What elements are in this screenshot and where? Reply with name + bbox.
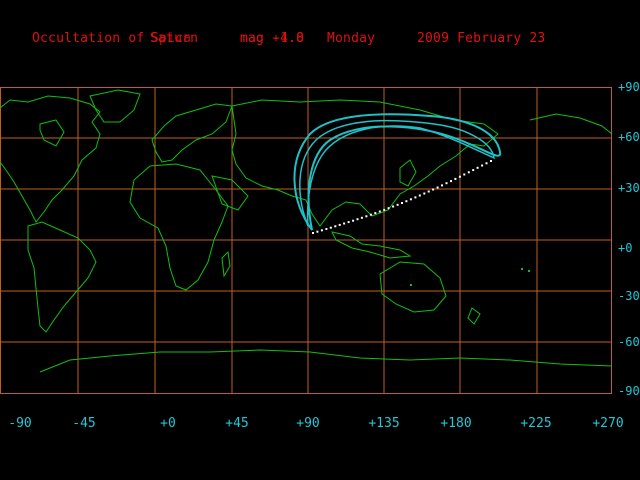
lat-label-30: +30 (618, 181, 640, 195)
path-dot (338, 223, 341, 226)
lon-label-90: +90 (296, 416, 320, 431)
path-dot (467, 171, 470, 174)
lon-label-45: +45 (225, 416, 249, 431)
path-dot (347, 221, 350, 224)
world-map (0, 87, 613, 394)
lon-label-0: +0 (160, 416, 176, 431)
path-dot (396, 203, 399, 206)
path-dot (418, 194, 421, 197)
coast-antarctica (39, 349, 613, 373)
path-dot (378, 210, 381, 213)
coast-hudson-bay (39, 119, 65, 147)
path-dot (392, 205, 395, 208)
path-dot (369, 213, 372, 216)
path-dot (401, 202, 403, 204)
path-dot (334, 225, 337, 228)
lat-label-60: +60 (618, 130, 640, 144)
coast-south-america (27, 221, 97, 333)
lat-label-m90: -90 (618, 384, 640, 398)
coast-madagascar (221, 250, 231, 278)
path-dot (320, 229, 323, 232)
coastlines (0, 89, 613, 373)
path-dot (316, 230, 319, 233)
path-dot (356, 218, 359, 221)
path-dot (329, 226, 332, 229)
lon-label-m90: -90 (8, 416, 32, 431)
map-grid (0, 87, 612, 394)
coast-africa (129, 163, 229, 291)
lon-label-270: +270 (592, 416, 624, 431)
path-dot (312, 232, 314, 234)
lat-label-m30: -30 (618, 289, 640, 303)
lat-label-90: +90 (618, 80, 640, 94)
path-dot (450, 180, 452, 183)
path-dot (432, 188, 435, 191)
path-dot (374, 212, 377, 215)
coast-north-america (0, 95, 101, 223)
coast-new-zealand (467, 307, 481, 325)
lon-label-135: +135 (368, 416, 400, 431)
lon-label-m45: -45 (72, 416, 96, 431)
path-dot (454, 177, 457, 180)
path-dot (365, 215, 368, 218)
lon-label-225: +225 (520, 416, 552, 431)
path-dot (387, 207, 390, 210)
coast-arabia (211, 175, 249, 211)
path-dot (476, 166, 479, 169)
path-dot (405, 200, 408, 203)
path-dot (445, 182, 448, 185)
coast-alaska (529, 113, 613, 135)
occultation-track-inner (299, 119, 495, 227)
path-dot (490, 160, 492, 162)
object-path-dots (312, 160, 492, 234)
path-dot (441, 184, 443, 187)
lat-label-0: +0 (618, 241, 633, 255)
path-dot (436, 186, 439, 189)
path-dot (325, 228, 328, 230)
path-dot (343, 222, 346, 225)
path-dot (472, 169, 475, 172)
lon-label-180: +180 (440, 416, 472, 431)
path-dot (352, 219, 355, 222)
path-dot (485, 162, 488, 165)
path-dot (409, 198, 412, 201)
coast-indonesia (331, 231, 412, 259)
path-dot (463, 173, 466, 176)
coast-europe (151, 103, 233, 163)
path-dot (360, 216, 363, 219)
path-dot (427, 190, 430, 193)
path-dot (481, 164, 484, 167)
coast-australia (379, 261, 447, 313)
point-marker (410, 284, 412, 286)
coast-greenland (89, 89, 141, 123)
point-marker (528, 270, 530, 272)
coast-japan (399, 159, 417, 187)
lat-label-m60: -60 (618, 335, 640, 349)
path-dot (458, 175, 461, 178)
coast-asia (231, 99, 499, 227)
path-dot (414, 196, 417, 199)
path-dot (423, 192, 426, 195)
path-dot (383, 208, 386, 211)
minor-points (410, 268, 530, 286)
point-marker (521, 268, 523, 270)
